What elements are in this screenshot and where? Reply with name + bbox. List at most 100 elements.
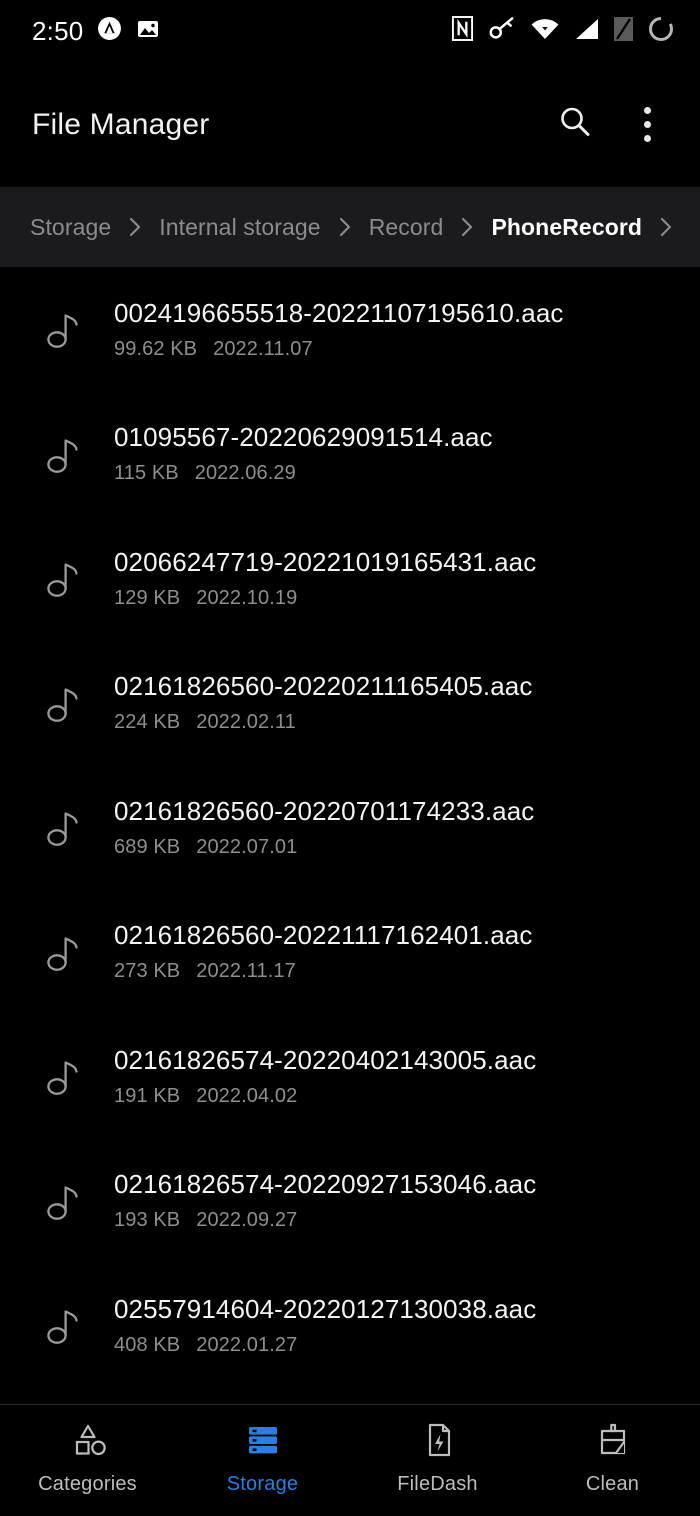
chevron-right-icon [338, 216, 352, 238]
file-size: 115 KB [114, 462, 179, 484]
file-list[interactable]: 0024196655518-20221107195610.aac 99.62 KB… [0, 267, 700, 1404]
file-row[interactable]: 02557914604-20220127130038.aac 408 KB 2022… [0, 1263, 700, 1388]
wifi-icon [531, 18, 559, 45]
app-bar-actions [552, 102, 670, 148]
file-date: 2022.10.19 [196, 587, 297, 609]
file-name: 02161826560-20221117162401.aac [114, 920, 532, 951]
file-date: 2022.11.07 [213, 338, 313, 360]
file-size: 689 KB [114, 836, 180, 858]
music-note-icon [34, 1055, 92, 1097]
search-button[interactable] [552, 102, 598, 148]
status-bar: 2:50 [0, 0, 700, 62]
file-name: 02161826574-20220927153046.aac [114, 1169, 536, 1200]
file-name: 02161826560-20220701174233.aac [114, 796, 534, 827]
file-info: 0024196655518-20221107195610.aac 99.62 KB… [92, 298, 564, 361]
breadcrumb-item-storage[interactable]: Storage [30, 214, 111, 241]
file-bolt-icon [418, 1419, 458, 1461]
file-manager-screen: 2:50 [0, 0, 700, 1516]
photo-icon [136, 17, 160, 46]
music-note-icon [34, 1180, 92, 1222]
music-note-icon [34, 931, 92, 973]
file-date: 2022.02.11 [196, 711, 296, 733]
cellular-signal-icon [574, 18, 599, 45]
breadcrumb-item-phonerecord[interactable]: PhoneRecord [491, 214, 642, 241]
file-date: 2022.06.29 [195, 462, 296, 484]
status-bar-clock: 2:50 [32, 16, 83, 47]
file-size: 99.62 KB [114, 338, 197, 360]
file-details: 408 KB 2022.01.27 [114, 1334, 536, 1357]
nav-item-storage[interactable]: Storage [175, 1419, 350, 1496]
file-details: 224 KB2022.02.11 [114, 711, 532, 734]
status-bar-right [451, 16, 674, 47]
overflow-menu-button[interactable] [624, 102, 670, 148]
nfc-icon [451, 16, 474, 46]
file-name: 02557914604-20220127130038.aac [114, 1294, 536, 1325]
music-note-icon [34, 682, 92, 724]
search-icon [557, 104, 593, 145]
file-details: 99.62 KB 2022.11.07 [114, 338, 564, 361]
file-info: 02161826560-20220701174233.aac 689 KB 2022… [92, 796, 534, 859]
breadcrumb: Storage Internal storage Record PhoneRec… [0, 187, 700, 267]
file-size: 191 KB [114, 1085, 180, 1107]
vpn-key-icon [489, 16, 516, 46]
file-info: 02161826560-20221117162401.aac273 KB2022… [92, 920, 532, 983]
file-details: 191 KB 2022.04.02 [114, 1085, 536, 1108]
file-info: 02161826574-20220402143005.aac 191 KB 2022… [92, 1045, 536, 1108]
breadcrumb-item-record[interactable]: Record [369, 214, 444, 241]
file-name: 0024196655518-20221107195610.aac [114, 298, 564, 329]
nav-label-storage: Storage [227, 1473, 298, 1496]
sim-card-icon [614, 17, 633, 46]
chevron-right-icon [659, 216, 673, 238]
file-info: 02161826574-20220927153046.aac 193 KB 2022… [92, 1169, 536, 1232]
storage-icon [243, 1419, 283, 1461]
nav-label-filedash: FileDash [397, 1473, 478, 1496]
file-name: 02161826574-20220402143005.aac [114, 1045, 536, 1076]
music-note-icon [34, 433, 92, 475]
nav-label-clean: Clean [586, 1473, 639, 1496]
music-note-icon [34, 308, 92, 350]
more-vertical-icon [644, 107, 651, 142]
file-row[interactable]: 02161826560-20220701174233.aac 689 KB 2022… [0, 765, 700, 890]
file-size: 193 KB [114, 1209, 180, 1231]
shapes-icon [68, 1419, 108, 1461]
file-info: 02161826560-20220211165405.aac 224 KB2022… [92, 671, 532, 734]
nav-item-filedash[interactable]: FileDash [350, 1419, 525, 1496]
file-details: 193 KB 2022.09.27 [114, 1209, 536, 1232]
file-date: 2022.09.27 [196, 1209, 297, 1231]
status-bar-left: 2:50 [32, 16, 160, 47]
broom-icon [593, 1419, 633, 1461]
app-bar: File Manager [0, 62, 700, 187]
file-row[interactable]: 02161826574-20220402143005.aac 191 KB 2022… [0, 1014, 700, 1139]
file-details: 689 KB 2022.07.01 [114, 836, 534, 859]
breadcrumb-item-internal-storage[interactable]: Internal storage [159, 214, 320, 241]
file-info: 01095567-20220629091514.aac 115 KB 2022.06… [92, 422, 493, 485]
file-size: 408 KB [114, 1334, 180, 1356]
file-row[interactable]: 02066247719-20221019165431.aac 129 KB2022… [0, 516, 700, 641]
file-row[interactable]: 0024196655518-20221107195610.aac 99.62 KB… [0, 267, 700, 392]
file-row[interactable]: 02161826560-20220211165405.aac 224 KB2022… [0, 641, 700, 766]
file-size: 273 KB [114, 960, 180, 982]
file-name: 02066247719-20221019165431.aac [114, 547, 536, 578]
page-title: File Manager [32, 108, 209, 142]
music-note-icon [34, 1304, 92, 1346]
nav-label-categories: Categories [38, 1473, 137, 1496]
file-date: 2022.07.01 [196, 836, 297, 858]
music-note-icon [34, 806, 92, 848]
file-row[interactable]: 02161826560-20221117162401.aac273 KB2022… [0, 890, 700, 1015]
file-info: 02066247719-20221019165431.aac 129 KB2022… [92, 547, 536, 610]
file-row[interactable]: 01095567-20220629091514.aac 115 KB 2022.06… [0, 392, 700, 517]
nav-item-clean[interactable]: Clean [525, 1419, 700, 1496]
drive-app-icon [97, 16, 122, 46]
file-date: 2022.01.27 [196, 1334, 297, 1356]
bottom-navigation: Categories Storage [0, 1404, 700, 1516]
file-info: 02557914604-20220127130038.aac 408 KB 2022… [92, 1294, 536, 1357]
file-details: 129 KB2022.10.19 [114, 587, 536, 610]
chevron-right-icon [128, 216, 142, 238]
nav-item-categories[interactable]: Categories [0, 1419, 175, 1496]
file-name: 02161826560-20220211165405.aac [114, 671, 532, 702]
file-date: 2022.04.02 [196, 1085, 297, 1107]
file-row[interactable]: 02161826574-20220927153046.aac 193 KB 2022… [0, 1139, 700, 1264]
music-note-icon [34, 557, 92, 599]
battery-circle-icon [648, 16, 674, 47]
file-name: 01095567-20220629091514.aac [114, 422, 493, 453]
